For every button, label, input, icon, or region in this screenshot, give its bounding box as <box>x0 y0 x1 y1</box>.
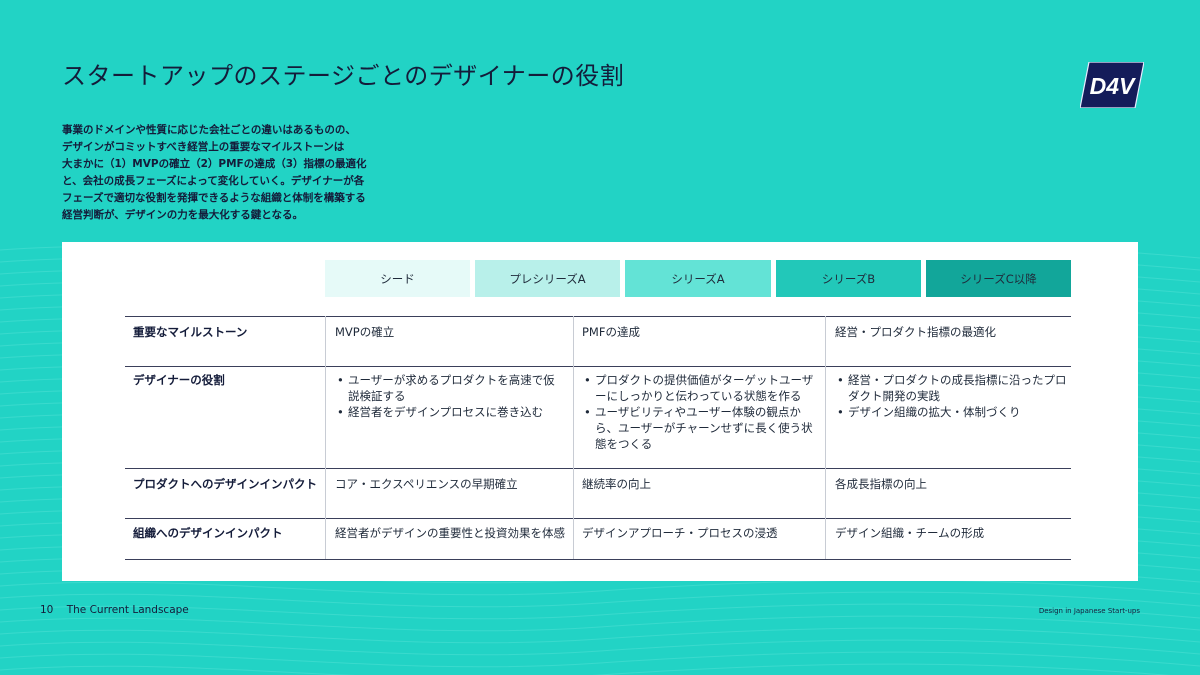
row-header-product-impact: プロダクトへのデザインインパクト <box>133 477 317 491</box>
row-header-designer-role: デザイナーの役割 <box>133 373 225 387</box>
column-divider <box>573 316 574 559</box>
stage-label: シリーズC以降 <box>960 271 1037 286</box>
stage-label: シリーズB <box>821 271 876 286</box>
row-header-org-impact: 組織へのデザインインパクト <box>133 526 283 540</box>
row-header-milestone: 重要なマイルストーン <box>133 325 248 339</box>
bullet-item: 経営・プロダクトの成長指標に沿ったプロダクト開発の実践 <box>835 372 1067 404</box>
page-number: 10 <box>40 604 54 616</box>
stage-series-c-plus: シリーズC以降 <box>926 260 1071 297</box>
table-rule <box>125 518 1071 519</box>
column-divider <box>825 316 826 559</box>
cell-role-col1: ユーザーが求めるプロダクトを高速で仮説検証する 経営者をデザインプロセスに巻き込… <box>335 372 565 420</box>
stage-table-card: シード プレシリーズA シリーズA シリーズB シリーズC以降 重要なマイルスト… <box>62 242 1138 581</box>
intro-line: 事業のドメインや性質に応じた会社ごとの違いはあるものの、 <box>62 124 356 136</box>
cell-product-impact-col2: 継続率の向上 <box>582 477 651 491</box>
stage-seed: シード <box>325 260 470 297</box>
cell-org-impact-col1: 経営者がデザインの重要性と投資効果を体感 <box>335 526 565 540</box>
cell-product-impact-col3: 各成長指標の向上 <box>835 477 927 491</box>
cell-milestone-col2: PMFの達成 <box>582 325 640 339</box>
logo-text: D4V <box>1090 73 1136 99</box>
cell-role-col3: 経営・プロダクトの成長指標に沿ったプロダクト開発の実践 デザイン組織の拡大・体制… <box>835 372 1067 420</box>
bullet-item: デザイン組織の拡大・体制づくり <box>835 404 1067 420</box>
cell-org-impact-col2: デザインアプローチ・プロセスの浸透 <box>582 526 778 540</box>
column-divider <box>325 316 326 559</box>
cell-milestone-col3: 経営・プロダクト指標の最適化 <box>835 325 996 339</box>
cell-org-impact-col3: デザイン組織・チームの形成 <box>835 526 985 540</box>
cell-role-col2: プロダクトの提供価値がターゲットユーザーにしっかりと伝わっている状態を作る ユー… <box>582 372 814 452</box>
stage-label: シリーズA <box>671 271 725 286</box>
footer-doc-title: Design in Japanese Start-ups <box>1038 607 1140 615</box>
footer-section: 10 The Current Landscape <box>40 604 189 616</box>
table-rule <box>125 366 1071 367</box>
intro-line: フェーズで適切な役割を発揮できるような組織と体制を構築する <box>62 192 366 204</box>
table-rule <box>125 559 1071 560</box>
bullet-item: 経営者をデザインプロセスに巻き込む <box>335 404 565 420</box>
table-rule <box>125 468 1071 469</box>
stage-label: シード <box>380 271 415 286</box>
stage-series-a: シリーズA <box>625 260 771 297</box>
stage-label: プレシリーズA <box>509 271 586 286</box>
intro-line: 経営判断が、デザインの力を最大化する鍵となる。 <box>62 209 303 221</box>
d4v-logo: D4V <box>1080 62 1144 108</box>
stage-series-b: シリーズB <box>776 260 921 297</box>
bullet-item: プロダクトの提供価値がターゲットユーザーにしっかりと伝わっている状態を作る <box>582 372 814 404</box>
intro-line: と、会社の成長フェーズによって変化していく。デザイナーが各 <box>62 175 365 187</box>
cell-product-impact-col1: コア・エクスペリエンスの早期確立 <box>335 477 518 491</box>
page-title: スタートアップのステージごとのデザイナーの役割 <box>62 62 625 90</box>
intro-paragraph: 事業のドメインや性質に応じた会社ごとの違いはあるものの、 デザインがコミットすべ… <box>62 122 422 224</box>
bullet-item: ユーザビリティやユーザー体験の観点から、ユーザーがチャーンせずに長く使う状態をつ… <box>582 404 814 452</box>
bullet-item: ユーザーが求めるプロダクトを高速で仮説検証する <box>335 372 565 404</box>
cell-milestone-col1: MVPの確立 <box>335 325 395 339</box>
intro-line: デザインがコミットすべき経営上の重要なマイルストーンは <box>62 141 345 153</box>
intro-line: 大まかに（1）MVPの確立（2）PMFの達成（3）指標の最適化 <box>62 158 367 170</box>
stage-pre-series-a: プレシリーズA <box>475 260 620 297</box>
table-rule <box>125 316 1071 317</box>
section-name: The Current Landscape <box>66 604 189 616</box>
